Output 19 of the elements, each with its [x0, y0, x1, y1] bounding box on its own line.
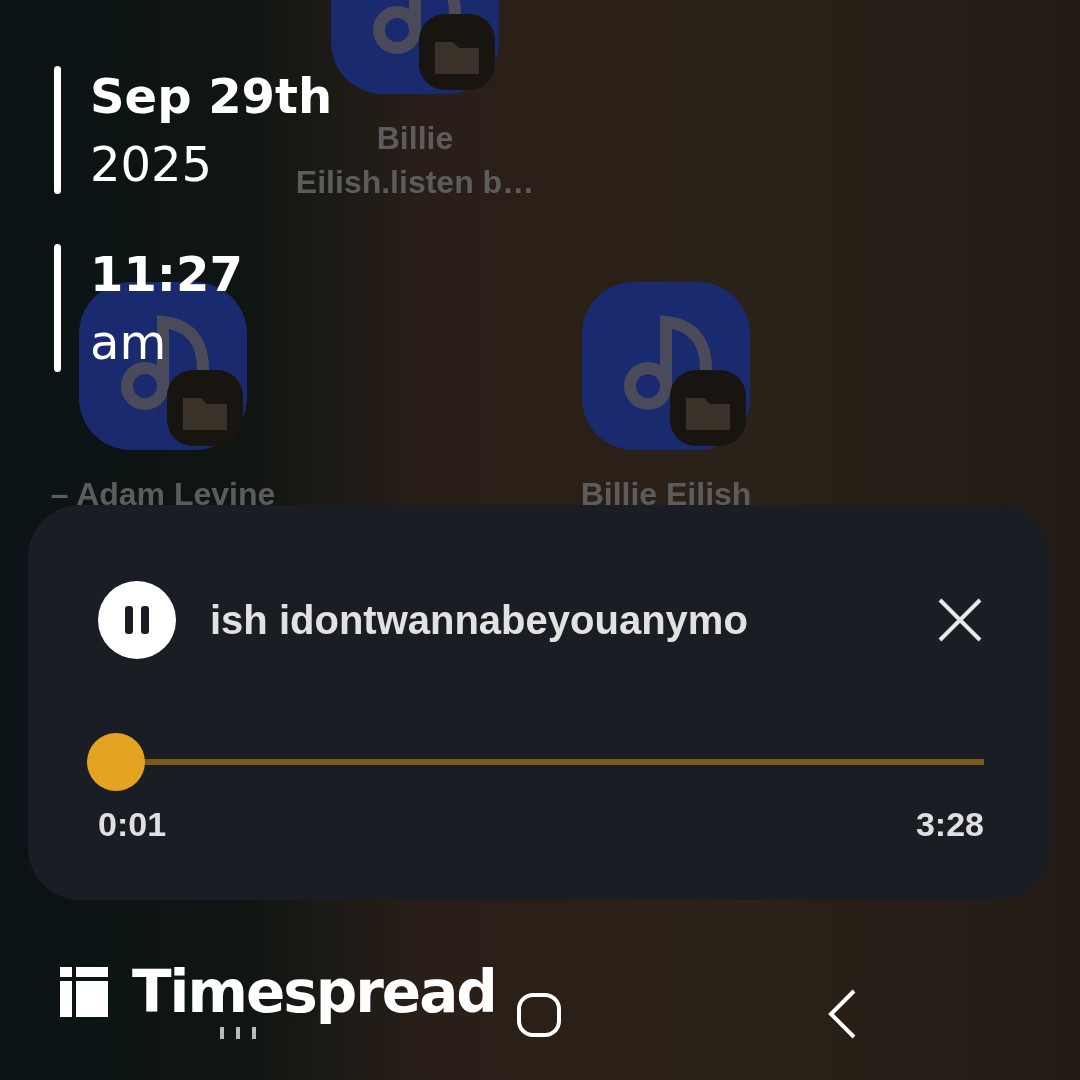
- logo-icon: [60, 967, 108, 1017]
- time-text: 11:27: [90, 245, 243, 304]
- progress-thumb[interactable]: [87, 733, 145, 791]
- recent-apps-icon[interactable]: [218, 1027, 258, 1041]
- close-button[interactable]: [936, 596, 984, 644]
- home-icon[interactable]: [516, 992, 562, 1038]
- period-text: am: [90, 313, 168, 372]
- back-icon[interactable]: [826, 988, 858, 1040]
- pause-icon: [122, 604, 152, 636]
- app-label: Billie: [376, 119, 454, 158]
- brand-name: Timespread: [132, 960, 496, 1024]
- elapsed-time: 0:01: [98, 805, 167, 844]
- close-icon: [936, 596, 984, 644]
- date-text: Sep 29th: [90, 67, 333, 126]
- app-label: Eilish.listen b…: [295, 163, 535, 202]
- app-label: Billie Eilish: [580, 475, 752, 514]
- track-title: ish idontwannabeyouanymo: [210, 597, 749, 643]
- duration-time: 3:28: [915, 805, 984, 844]
- app-label: – Adam Levine: [50, 475, 276, 514]
